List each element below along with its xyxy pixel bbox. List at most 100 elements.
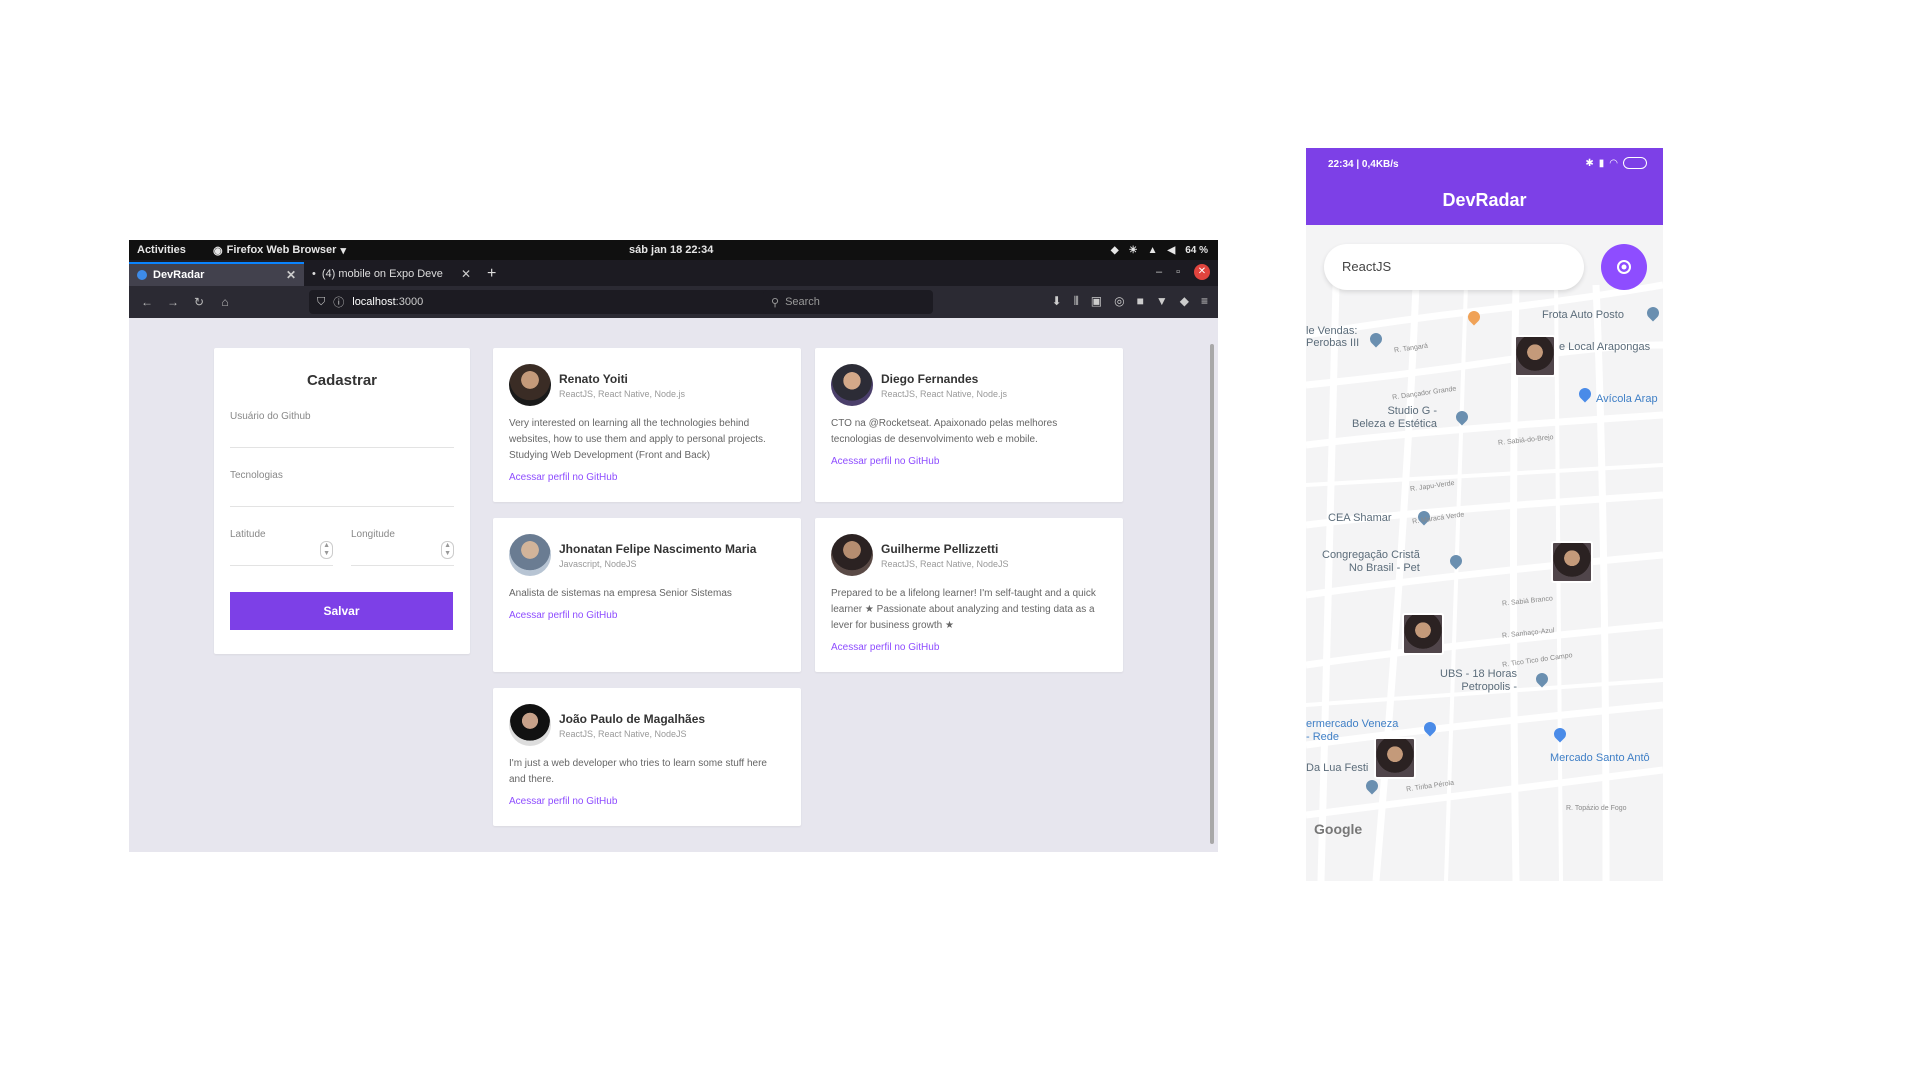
dev-bio: I'm just a web developer who tries to le… [509, 758, 767, 785]
tab-expo[interactable]: • (4) mobile on Expo Deve ✕ [304, 262, 479, 286]
coords-row: Latitude ▲ ▼ Longitude ▲ ▼ [230, 529, 454, 566]
tab-label: DevRadar [153, 269, 205, 281]
save-button[interactable]: Salvar [230, 592, 453, 630]
menu-icon[interactable]: ≡ [1201, 294, 1208, 309]
place-label: Da Lua Festi [1306, 762, 1369, 774]
avatar [509, 534, 551, 576]
clock[interactable]: sáb jan 18 22:34 [629, 244, 713, 256]
download-icon[interactable]: ⬇ [1052, 294, 1062, 309]
status-bar-text: 22:34 | 0,4KB/s [1328, 159, 1399, 170]
discord-icon: ◆ [1110, 244, 1119, 256]
app-menu[interactable]: ◉ Firefox Web Browser ▾ [213, 244, 346, 257]
phone-screenshot: 22:34 | 0,4KB/s ✱ ▮ ◠ DevRadar ReactJS l… [1306, 148, 1663, 883]
place-label: CEA Shamar [1328, 512, 1392, 524]
dev-map-marker[interactable] [1514, 335, 1556, 377]
brightness-icon: ☀ [1128, 244, 1138, 256]
close-icon[interactable]: ✕ [461, 267, 471, 281]
activities-button[interactable]: Activities [137, 244, 186, 256]
github-username-field[interactable]: Usuário do Github [230, 411, 454, 448]
window-close-button[interactable]: ✕ [1194, 264, 1210, 280]
street-label: R. Topázio de Fogo [1566, 805, 1627, 812]
tab-indicator-icon: • [312, 268, 316, 280]
dev-map-marker[interactable] [1374, 737, 1416, 779]
github-profile-link[interactable]: Acessar perfil no GitHub [831, 642, 1107, 653]
github-profile-link[interactable]: Acessar perfil no GitHub [509, 796, 785, 807]
longitude-label: Longitude [351, 529, 395, 540]
home-icon[interactable]: ⌂ [217, 295, 233, 309]
locate-button[interactable] [1601, 244, 1647, 290]
dev-map-marker[interactable] [1551, 541, 1593, 583]
dev-techs: ReactJS, React Native, NodeJS [881, 558, 1009, 569]
gps-icon [1617, 260, 1631, 274]
wifi-icon: ◠ [1609, 157, 1618, 169]
github-profile-link[interactable]: Acessar perfil no GitHub [509, 472, 785, 483]
latitude-field[interactable]: Latitude ▲ ▼ [230, 529, 333, 566]
techs-field[interactable]: Tecnologias [230, 470, 454, 507]
dev-card: Diego Fernandes ReactJS, React Native, N… [815, 348, 1123, 502]
devradar-favicon [137, 270, 147, 280]
reload-icon[interactable]: ↻ [191, 295, 207, 309]
forward-icon[interactable]: → [165, 295, 181, 309]
dev-bio: CTO na @Rocketseat. Apaixonado pelas mel… [831, 418, 1058, 445]
maximize-icon[interactable]: ▫ [1176, 266, 1180, 278]
dev-card: Guilherme Pellizzetti ReactJS, React Nat… [815, 518, 1123, 672]
form-title: Cadastrar [306, 372, 378, 389]
dev-card: Jhonatan Felipe Nascimento Maria Javascr… [493, 518, 801, 672]
bluetooth-icon: ✱ [1585, 157, 1594, 169]
avatar [509, 364, 551, 406]
latitude-input[interactable] [230, 540, 333, 566]
chevron-down-icon: ▾ [340, 244, 346, 257]
dev-bio: Very interested on learning all the tech… [509, 418, 766, 461]
page-scrollbar[interactable] [1210, 344, 1214, 844]
notification-icon[interactable]: ◆ [1180, 294, 1189, 309]
techs-input[interactable] [230, 481, 454, 507]
minimize-icon[interactable]: – [1156, 266, 1162, 278]
back-icon[interactable]: ← [139, 295, 155, 309]
vue-devtools-icon[interactable]: ▼ [1156, 294, 1168, 309]
latitude-label: Latitude [230, 529, 266, 540]
dev-name: Jhonatan Felipe Nascimento Maria [559, 541, 757, 556]
place-label: Congregação Cristã No Brasil - Pet [1322, 549, 1420, 574]
close-icon[interactable]: ✕ [286, 268, 296, 282]
dev-name: João Paulo de Magalhães [559, 711, 706, 726]
search-icon: ⚲ [771, 296, 780, 309]
system-tray[interactable]: ◆ ☀ ▲ ◀ 64 % [1111, 245, 1208, 256]
techs-label: Tecnologias [230, 470, 283, 481]
avatar [509, 704, 551, 746]
new-tab-button[interactable]: + [479, 265, 504, 286]
tech-search-input[interactable]: ReactJS [1324, 244, 1584, 290]
longitude-stepper[interactable]: ▲ ▼ [441, 541, 454, 559]
longitude-input[interactable] [351, 540, 454, 566]
dev-techs: ReactJS, React Native, Node.js [881, 388, 1008, 399]
account-icon[interactable]: ◎ [1114, 294, 1124, 309]
dev-card: João Paulo de Magalhães ReactJS, React N… [493, 688, 801, 826]
github-username-input[interactable] [230, 422, 454, 448]
dev-name: Diego Fernandes [881, 371, 979, 386]
library-icon[interactable]: ⫴ [1074, 294, 1079, 309]
battery-icon [1623, 157, 1647, 169]
shield-icon: ⛉ [317, 295, 326, 308]
signal-icon: ▮ [1598, 157, 1605, 169]
tab-devradar[interactable]: DevRadar ✕ [129, 262, 304, 286]
search-bar[interactable]: ⚲ Search [763, 290, 933, 314]
latitude-stepper[interactable]: ▲ ▼ [320, 541, 333, 559]
dev-card: Renato Yoiti ReactJS, React Native, Node… [493, 348, 801, 502]
place-label: Frota Auto Posto [1542, 309, 1624, 321]
dev-name: Renato Yoiti [559, 371, 628, 386]
longitude-field[interactable]: Longitude ▲ ▼ [351, 529, 454, 566]
dev-bio: Prepared to be a lifelong learner! I'm s… [831, 588, 1096, 631]
place-label: le Vendas: Perobas III [1306, 325, 1360, 349]
github-profile-link[interactable]: Acessar perfil no GitHub [831, 456, 1107, 467]
dev-techs: ReactJS, React Native, NodeJS [559, 728, 687, 739]
dev-map-marker[interactable] [1402, 613, 1444, 655]
map-view[interactable]: ReactJS le Vendas: Perobas III Frota Aut… [1306, 225, 1663, 881]
app-title: DevRadar [1442, 190, 1527, 210]
sidebar-icon[interactable]: ▣ [1091, 294, 1102, 309]
battery-indicator: 64 % [1185, 244, 1208, 256]
network-icon: ▲ [1147, 244, 1158, 256]
extension-icon[interactable]: ■ [1137, 294, 1144, 309]
toolbar-icons: ⬇ ⫴ ▣ ◎ ■ ▼ ◆ ≡ [1052, 294, 1208, 309]
github-profile-link[interactable]: Acessar perfil no GitHub [509, 610, 785, 621]
window-controls: – ▫ ✕ [1156, 264, 1210, 280]
place-label: Avícola Arap [1596, 393, 1658, 405]
